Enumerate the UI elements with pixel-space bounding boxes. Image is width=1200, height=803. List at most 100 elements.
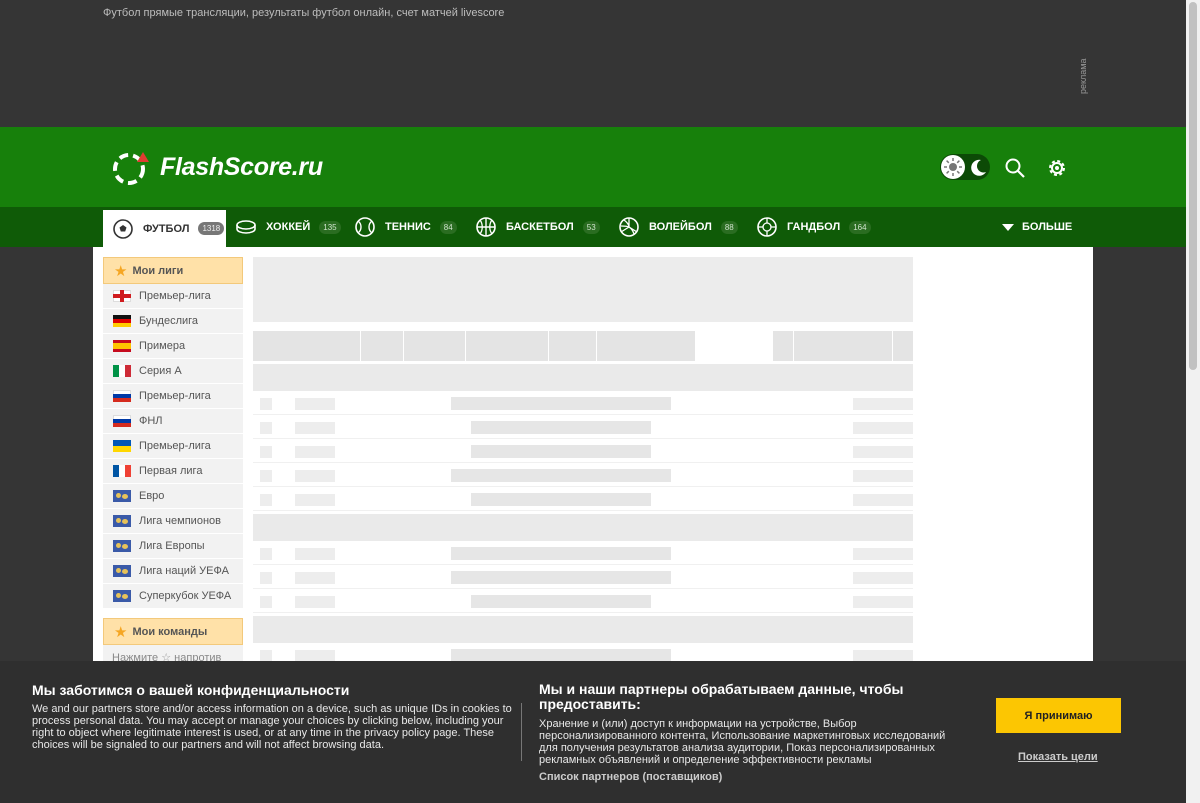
skeleton-tab: [893, 331, 913, 361]
tab-label: ГАНДБОЛ: [787, 221, 841, 233]
ad-label: реклама: [1078, 58, 1088, 95]
match-count-badge: 164: [849, 220, 871, 234]
france-flag-icon: [113, 465, 131, 477]
divider: [521, 703, 522, 761]
my-leagues-header: ★ Мои лиги: [103, 257, 243, 284]
cookie-consent-banner: Мы заботимся о вашей конфиденциальности …: [0, 661, 1186, 803]
italy-flag-icon: [113, 365, 131, 377]
sidebar-item-league[interactable]: Премьер-лига: [103, 284, 243, 309]
match-count-badge: 53: [582, 220, 600, 234]
show-purposes-link[interactable]: Показать цели: [1018, 751, 1098, 763]
skeleton-tab: [404, 331, 465, 361]
league-name: Бундеслига: [139, 315, 199, 327]
site-logo[interactable]: FlashScore.ru: [112, 148, 323, 186]
league-name: Лига наций УЕФА: [139, 565, 229, 577]
gear-icon[interactable]: [1046, 157, 1068, 179]
russia-flag-icon: [113, 390, 131, 402]
england-flag-icon: [113, 290, 131, 302]
skeleton-row: [253, 463, 913, 487]
basketball-icon: [476, 217, 496, 237]
league-name: ФНЛ: [139, 415, 163, 427]
league-name: Премьер-лига: [139, 390, 211, 402]
logo-text: FlashScore.ru: [160, 152, 323, 181]
league-name: Примера: [139, 340, 186, 352]
star-icon: ★: [114, 262, 128, 280]
site-header: FlashScore.ru: [0, 127, 1186, 207]
league-name: Премьер-лига: [139, 440, 211, 452]
loading-skeleton: [253, 257, 913, 667]
world-flag-icon: [113, 590, 131, 602]
league-name: Премьер-лига: [139, 290, 211, 302]
skeleton-tab: [361, 331, 403, 361]
sidebar-item-league[interactable]: Серия А: [103, 359, 243, 384]
more-sports-button[interactable]: БОЛЬШЕ: [1002, 207, 1072, 247]
skeleton-tab: [253, 331, 360, 361]
league-name: Лига Европы: [139, 540, 205, 552]
league-name: Лига чемпионов: [139, 515, 221, 527]
scrollbar-thumb[interactable]: [1189, 2, 1197, 370]
world-flag-icon: [113, 490, 131, 502]
match-count-badge: 84: [439, 220, 457, 234]
page-scrollbar[interactable]: [1186, 0, 1200, 803]
match-count-badge: 135: [319, 220, 341, 234]
skeleton-section: [253, 514, 913, 541]
skeleton-section: [253, 364, 913, 391]
sidebar-item-league[interactable]: Лига Европы: [103, 534, 243, 559]
my-teams-title: Мои команды: [132, 625, 208, 638]
sidebar-item-league[interactable]: Первая лига: [103, 459, 243, 484]
sidebar-item-league[interactable]: Евро: [103, 484, 243, 509]
handball-icon: [757, 217, 777, 237]
skeleton-header: [253, 257, 913, 322]
soccer-ball-icon: [113, 218, 133, 239]
main-content: ★ Мои лиги Премьер-лига Бундеслига Примера…: [93, 247, 1093, 670]
sidebar-item-league[interactable]: Бундеслига: [103, 309, 243, 334]
seo-title: Футбол прямые трансляции, результаты фут…: [103, 7, 505, 19]
sidebar-item-league[interactable]: Суперкубок УЕФА: [103, 584, 243, 609]
skeleton-row: [253, 565, 913, 589]
skeleton-row: [253, 391, 913, 415]
skeleton-tab: [597, 331, 695, 361]
match-count-badge: 1318: [198, 222, 225, 235]
my-teams-header: ★ Мои команды: [103, 618, 243, 645]
purposes-title: Мы и наши партнеры обрабатываем данные, …: [539, 681, 904, 712]
ad-banner: Футбол прямые трансляции, результаты фут…: [0, 0, 1186, 127]
skeleton-row: [253, 439, 913, 463]
star-icon: ★: [114, 623, 128, 641]
world-flag-icon: [113, 540, 131, 552]
tab-basketball[interactable]: БАСКЕТБОЛ 53: [475, 207, 600, 247]
sidebar-item-league[interactable]: ФНЛ: [103, 409, 243, 434]
russia-flag-icon: [113, 415, 131, 427]
world-flag-icon: [113, 515, 131, 527]
skeleton-row: [253, 589, 913, 613]
sidebar-item-league[interactable]: Премьер-лига: [103, 434, 243, 459]
sidebar-item-league[interactable]: Премьер-лига: [103, 384, 243, 409]
sidebar-item-league[interactable]: Лига чемпионов: [103, 509, 243, 534]
spain-flag-icon: [113, 340, 131, 352]
privacy-title: Мы заботимся о вашей конфиденциальности: [32, 682, 350, 698]
tab-hockey[interactable]: ХОККЕЙ 135: [235, 207, 341, 247]
flashscore-logo-icon: [113, 152, 149, 185]
search-icon[interactable]: [1004, 157, 1026, 179]
hockey-puck-icon: [236, 220, 256, 234]
league-list: Премьер-лига Бундеслига Примера Серия А Прем…: [103, 284, 243, 609]
moon-icon: [967, 156, 989, 178]
tab-football[interactable]: ФУТБОЛ 1318: [103, 207, 226, 247]
sidebar-item-league[interactable]: Примера: [103, 334, 243, 359]
league-name: Серия А: [139, 365, 182, 377]
theme-toggle[interactable]: [940, 154, 990, 180]
tab-handball[interactable]: ГАНДБОЛ 164: [756, 207, 871, 247]
purposes-text: Хранение и (или) доступ к информации на …: [539, 718, 946, 766]
sports-nav: ФУТБОЛ 1318 ХОККЕЙ 135 ТЕННИС 84 БАСКЕТБ…: [0, 207, 1186, 247]
tab-label: ХОККЕЙ: [266, 221, 311, 233]
skeleton-tab: [466, 331, 548, 361]
tab-label: ФУТБОЛ: [143, 222, 190, 235]
accept-button[interactable]: Я принимаю: [996, 698, 1121, 733]
tab-tennis[interactable]: ТЕННИС 84: [354, 207, 457, 247]
skeleton-row: [253, 487, 913, 511]
more-label: БОЛЬШЕ: [1022, 221, 1073, 233]
germany-flag-icon: [113, 315, 131, 327]
sidebar-item-league[interactable]: Лига наций УЕФА: [103, 559, 243, 584]
partners-link[interactable]: Список партнеров (поставщиков): [539, 771, 722, 783]
tab-label: ТЕННИС: [385, 221, 431, 233]
tab-volleyball[interactable]: ВОЛЕЙБОЛ 88: [618, 207, 738, 247]
